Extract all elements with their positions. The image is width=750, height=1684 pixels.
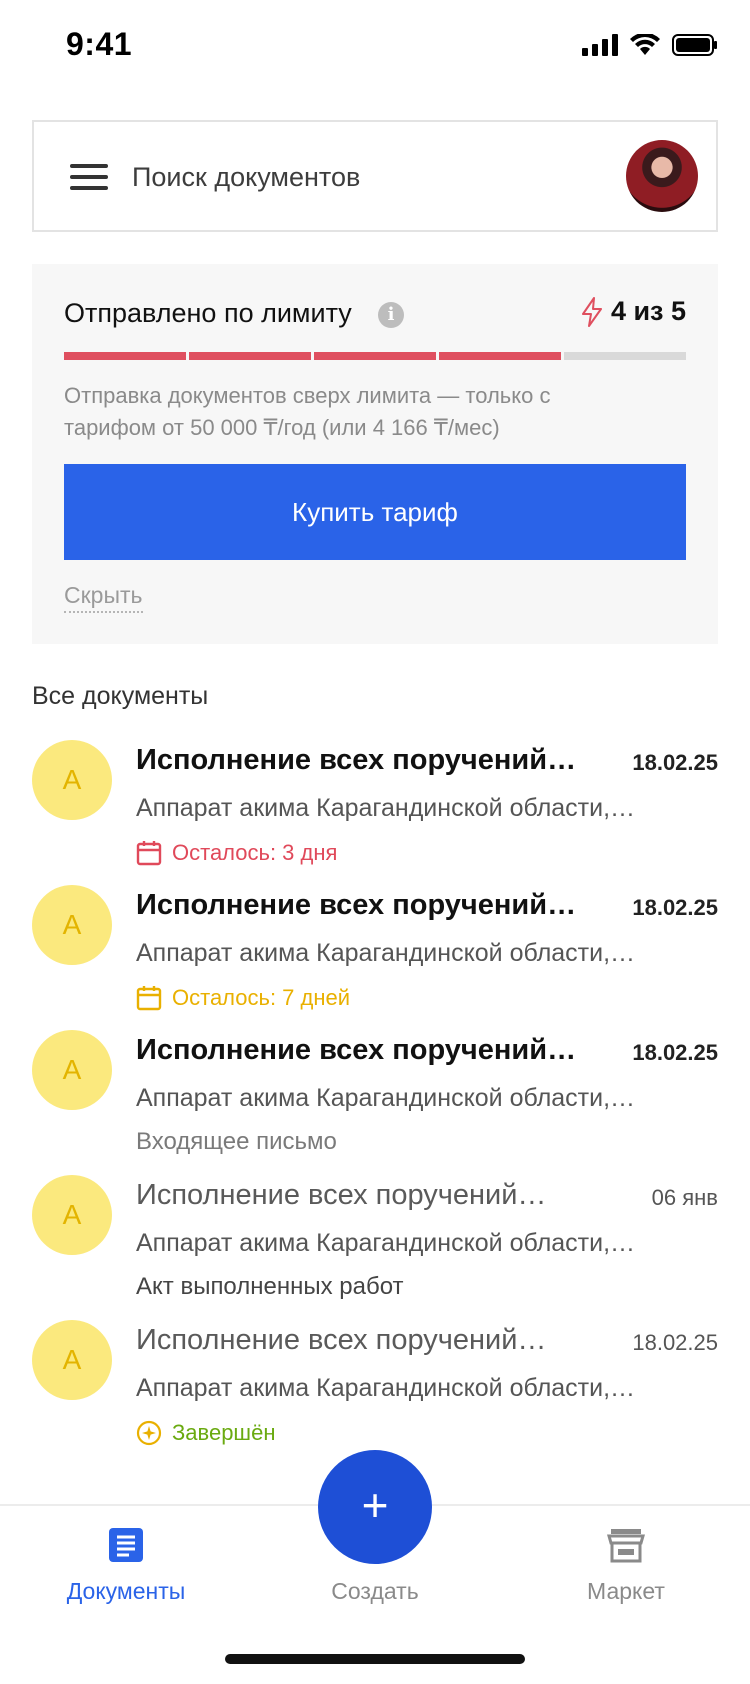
document-type: Акт выполненных работ [136, 1273, 404, 1300]
document-icon [109, 1528, 143, 1562]
home-indicator [225, 1654, 525, 1664]
section-title: Все документы [32, 682, 209, 710]
document-avatar: А [32, 885, 112, 965]
limit-progress-bar [64, 352, 686, 360]
limit-progress-segment [564, 352, 686, 360]
document-title: Исполнение всех поручений… [136, 1324, 547, 1356]
nav-documents[interactable]: Документы [26, 1526, 226, 1605]
document-org: Аппарат акима Карагандинской области,… [136, 794, 636, 822]
limit-progress-segment [64, 352, 186, 360]
document-item[interactable]: А Исполнение всех поручений… 18.02.25 Ап… [0, 1028, 750, 1184]
wifi-icon [630, 34, 660, 55]
document-avatar: А [32, 1320, 112, 1400]
document-status-text: Осталось: 7 дней [172, 985, 351, 1010]
limit-note: Отправка документов сверх лимита — тольк… [64, 383, 551, 440]
user-avatar[interactable] [626, 140, 698, 212]
document-date: 18.02.25 [632, 895, 718, 920]
hide-link[interactable]: Скрыть [64, 582, 143, 613]
limit-progress-segment [314, 352, 436, 360]
document-org: Аппарат акима Карагандинской области,… [136, 939, 636, 967]
nav-create[interactable]: Создать [275, 1564, 475, 1605]
status-icons [582, 34, 718, 56]
document-org: Аппарат акима Карагандинской области,… [136, 1229, 636, 1257]
nav-market[interactable]: Маркет [526, 1526, 726, 1605]
search-input[interactable] [132, 152, 592, 202]
completed-check-icon [136, 1420, 162, 1446]
battery-icon [672, 34, 717, 56]
document-title: Исполнение всех поручений… [136, 1179, 547, 1211]
calendar-icon [136, 986, 162, 1011]
document-deadline: Осталось: 7 дней [136, 985, 350, 1011]
buy-tariff-button[interactable]: Купить тариф [64, 464, 686, 560]
document-date: 18.02.25 [632, 1330, 718, 1355]
info-icon[interactable]: i [378, 302, 404, 328]
limit-progress-segment [439, 352, 561, 360]
nav-market-label: Маркет [587, 1578, 665, 1604]
lightning-icon [581, 296, 602, 327]
document-title: Исполнение всех поручений… [136, 889, 577, 921]
document-org: Аппарат акима Карагандинской области,… [136, 1084, 636, 1112]
nav-documents-label: Документы [66, 1578, 186, 1604]
document-item[interactable]: А Исполнение всех поручений… 06 янв Аппа… [0, 1173, 750, 1329]
document-title: Исполнение всех поручений… [136, 1034, 577, 1066]
status-time: 9:41 [66, 26, 133, 62]
document-item[interactable]: А Исполнение всех поручений… 18.02.25 Ап… [0, 738, 750, 894]
document-avatar: А [32, 1175, 112, 1255]
document-org: Аппарат акима Карагандинской области,… [136, 1374, 636, 1402]
nav-create-label: Создать [331, 1578, 419, 1604]
create-fab-button[interactable]: + [318, 1450, 432, 1564]
limit-progress-segment [189, 352, 311, 360]
limit-title: Отправлено по лимиту [64, 298, 352, 328]
limit-count-text: 4 из 5 [610, 296, 686, 326]
document-type: Входящее письмо [136, 1128, 337, 1155]
cellular-signal-icon [582, 34, 618, 56]
limit-card: Отправлено по лимиту i 4 из 5 Отправка д… [32, 264, 718, 644]
store-icon [607, 1529, 645, 1563]
search-bar [32, 120, 718, 232]
calendar-icon [136, 841, 162, 866]
hamburger-menu-icon[interactable] [70, 164, 108, 190]
document-item[interactable]: А Исполнение всех поручений… 18.02.25 Ап… [0, 883, 750, 1039]
document-avatar: А [32, 1030, 112, 1110]
document-status-text: Завершён [172, 1420, 276, 1445]
document-avatar: А [32, 740, 112, 820]
document-title: Исполнение всех поручений… [136, 744, 577, 776]
limit-count: 4 из 5 [581, 296, 686, 327]
document-date: 18.02.25 [632, 1040, 718, 1065]
document-completed-status: Завершён [136, 1420, 275, 1446]
document-date: 06 янв [651, 1185, 718, 1210]
document-status-text: Осталось: 3 дня [172, 840, 338, 865]
status-bar: 9:41 [0, 0, 750, 96]
document-date: 18.02.25 [632, 750, 718, 775]
document-deadline: Осталось: 3 дня [136, 840, 337, 866]
